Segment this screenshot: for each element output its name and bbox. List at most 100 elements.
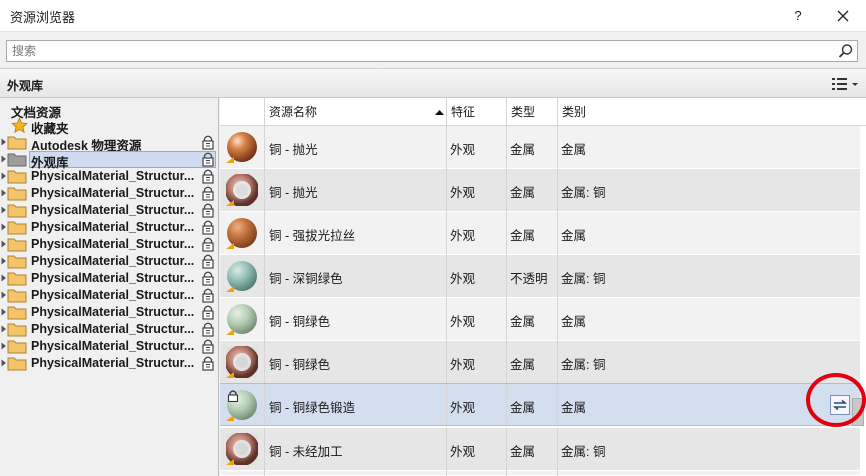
folder-icon	[7, 136, 27, 150]
tree-item-physical-material[interactable]: PhysicalMaterial_Structur...	[0, 219, 219, 236]
table-row[interactable]: 铜 - 深铜绿色 外观 不透明 金属: 铜	[220, 255, 860, 298]
asset-feature: 外观	[450, 186, 476, 200]
column-separator	[557, 471, 558, 476]
close-button[interactable]	[829, 4, 857, 28]
asset-category: 金属: 铜	[561, 358, 606, 372]
tree-item-label: PhysicalMaterial_Structur...	[31, 203, 195, 217]
column-separator	[446, 428, 447, 471]
search-area	[0, 32, 866, 68]
table-row[interactable]: 铜 - 铜绿色 外观 金属 金属: 铜	[220, 341, 860, 384]
column-separator	[446, 298, 447, 341]
lock-icon	[202, 237, 214, 252]
table-row[interactable]: 铜 - 强拔光拉丝 外观 金属 金属	[220, 212, 860, 255]
tree-item-physical-material[interactable]: PhysicalMaterial_Structur...	[0, 270, 219, 287]
tree-item-favorites[interactable]: 收藏夹	[0, 117, 219, 136]
asset-category: 金属	[561, 143, 587, 157]
asset-type: 金属	[510, 143, 536, 157]
asset-category: 金属: 铜	[561, 186, 606, 200]
column-label: 特征	[451, 105, 476, 119]
folder-icon	[7, 204, 27, 218]
lock-icon	[227, 390, 239, 402]
lock-icon	[202, 339, 214, 354]
lock-icon	[202, 271, 214, 286]
tree-item-physical-material[interactable]: PhysicalMaterial_Structur...	[0, 202, 219, 219]
table-row[interactable]: 铜 - 未经加工 外观 金属 金属: 铜	[220, 428, 860, 471]
column-header-feature[interactable]: 特征	[446, 98, 506, 126]
help-button[interactable]: ?	[786, 4, 810, 28]
asset-type: 金属	[510, 186, 536, 200]
edit-badge-icon	[226, 329, 234, 335]
lock-icon	[202, 220, 214, 235]
folder-icon	[7, 221, 27, 235]
column-header-category[interactable]: 类别	[557, 98, 866, 126]
column-separator	[557, 341, 558, 384]
table-row[interactable]: 铜 - 铜绿色 外观 金属 金属	[220, 298, 860, 341]
column-separator	[264, 471, 265, 476]
table-row[interactable]: 铜 - 抛光 外观 金属 金属: 铜	[220, 169, 860, 212]
tree-item-label: PhysicalMaterial_Structur...	[31, 169, 195, 183]
folder-icon	[7, 306, 27, 320]
column-separator	[264, 255, 265, 298]
tree-item-appearance-library[interactable]: 外观库	[0, 151, 219, 170]
tree-item-physical-material[interactable]: PhysicalMaterial_Structur...	[0, 236, 219, 253]
asset-type: 金属	[510, 229, 536, 243]
tree-item-physical-material[interactable]: PhysicalMaterial_Structur...	[0, 253, 219, 270]
column-separator	[557, 255, 558, 298]
tree-item-document-assets[interactable]: 文档资源	[0, 101, 219, 120]
column-separator	[557, 298, 558, 341]
lock-icon	[202, 135, 214, 150]
tree-item-physical-material[interactable]: PhysicalMaterial_Structur...	[0, 287, 219, 304]
lock-icon	[202, 152, 214, 167]
table-row-selected[interactable]: 铜 - 铜绿色锻造 外观 金属 金属	[220, 383, 860, 427]
tree-item-physical-material[interactable]: PhysicalMaterial_Structur...	[0, 185, 219, 202]
tree-item-physical-material[interactable]: PhysicalMaterial_Structur...	[0, 355, 219, 372]
edit-badge-icon	[226, 415, 234, 421]
table-row[interactable]: 铜 - 抛光 外观 金属 金属	[220, 126, 860, 169]
search-input[interactable]	[7, 41, 827, 61]
search-icon[interactable]	[838, 43, 854, 59]
asset-name: 铜 - 铜绿色锻造	[269, 401, 356, 415]
tree-item-physical-material[interactable]: PhysicalMaterial_Structur...	[0, 338, 219, 355]
title-bar: 资源浏览器 ?	[0, 0, 866, 32]
tree-item-label: PhysicalMaterial_Structur...	[31, 220, 195, 234]
asset-name: 铜 - 铜绿色	[269, 358, 331, 372]
sort-ascending-icon[interactable]	[435, 110, 444, 115]
tree-item-autodesk-physical[interactable]: Autodesk 物理资源	[0, 134, 219, 153]
column-header-name[interactable]: 资源名称	[264, 98, 446, 126]
asset-feature: 外观	[450, 143, 476, 157]
library-tree: 文档资源 收藏夹 Autodesk 物理资源 外观库 PhysicalMater…	[0, 98, 219, 476]
asset-category: 金属	[561, 401, 587, 415]
asset-type: 金属	[510, 401, 536, 415]
column-separator	[506, 169, 507, 212]
asset-feature: 外观	[450, 315, 476, 329]
asset-name: 铜 - 抛光	[269, 143, 318, 157]
asset-feature: 外观	[450, 358, 476, 372]
column-separator	[557, 126, 558, 169]
tree-item-physical-material[interactable]: PhysicalMaterial_Structur...	[0, 304, 219, 321]
column-separator	[446, 212, 447, 255]
star-icon	[11, 117, 28, 134]
column-header-type[interactable]: 类型	[506, 98, 558, 126]
column-separator	[506, 428, 507, 471]
asset-feature: 外观	[450, 445, 476, 459]
folder-icon	[7, 340, 27, 354]
tree-item-physical-material[interactable]: PhysicalMaterial_Structur...	[0, 168, 219, 185]
lock-icon	[202, 203, 214, 218]
view-options-button[interactable]	[828, 75, 860, 93]
tree-item-label: PhysicalMaterial_Structur...	[31, 305, 195, 319]
column-separator	[446, 169, 447, 212]
column-separator	[446, 126, 447, 169]
lock-icon	[202, 322, 214, 337]
table-row[interactable]	[220, 471, 860, 476]
column-separator	[446, 471, 447, 476]
window-title: 资源浏览器	[10, 10, 76, 25]
asset-name: 铜 - 铜绿色	[269, 315, 331, 329]
asset-category: 金属: 铜	[561, 272, 606, 286]
column-separator	[264, 428, 265, 471]
column-separator	[264, 341, 265, 384]
tree-item-physical-material[interactable]: PhysicalMaterial_Structur...	[0, 321, 219, 338]
folder-icon	[7, 153, 27, 167]
edit-badge-icon	[226, 157, 234, 163]
folder-icon	[7, 272, 27, 286]
column-separator	[264, 126, 265, 169]
